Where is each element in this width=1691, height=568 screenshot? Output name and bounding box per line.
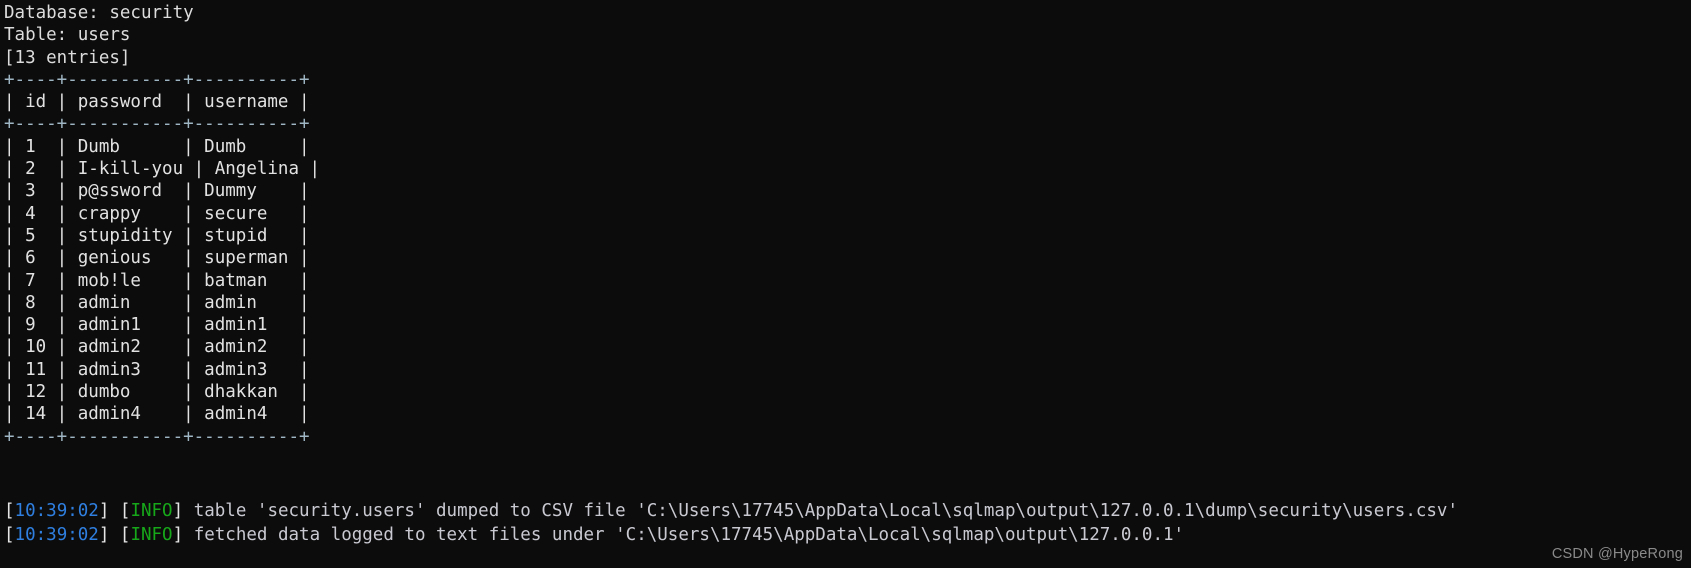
table-row: | 2 | I-kill-you | Angelina | xyxy=(4,159,321,180)
table-header-row: | id | password | username | xyxy=(4,92,310,113)
table-line: Table: users xyxy=(4,25,131,46)
table-rule-header: +----+-----------+----------+ xyxy=(4,114,310,135)
table-row: | 1 | Dumb | Dumb | xyxy=(4,136,310,157)
bracket-open: [ xyxy=(4,524,15,545)
log-level: INFO xyxy=(130,501,173,522)
log-line: [10:39:02] [INFO] fetched data logged to… xyxy=(4,524,1691,548)
table-row: | 8 | admin | admin | xyxy=(4,292,310,313)
log-line: [10:39:02] [INFO] table 'security.users'… xyxy=(4,500,1691,524)
table-row: | 10 | admin2 | admin2 | xyxy=(4,337,310,358)
table-row: | 4 | crappy | secure | xyxy=(4,203,310,224)
bracket-close: ] [ xyxy=(98,501,131,522)
bracket-close: ] xyxy=(172,524,194,545)
log-message: fetched data logged to text files under … xyxy=(193,524,1185,545)
table-row: | 6 | genious | superman | xyxy=(4,248,310,269)
database-line: Database: security xyxy=(4,3,194,23)
log-timestamp: 10:39:02 xyxy=(14,524,99,545)
table-row: | 3 | p@ssword | Dummy | xyxy=(4,181,310,202)
table-rule-bottom: +----+-----------+----------+ xyxy=(4,426,310,447)
table-row: | 7 | mob!le | batman | xyxy=(4,270,310,291)
entries-count-line: [13 entries] xyxy=(4,47,131,68)
terminal-window: Database: security Table: users [13 entr… xyxy=(0,0,1691,568)
bracket-close: ] xyxy=(172,501,194,522)
log-level: INFO xyxy=(130,524,173,545)
table-row: | 5 | stupidity | stupid | xyxy=(4,225,310,246)
watermark: CSDN @HypeRong xyxy=(1551,546,1683,562)
table-row: | 9 | admin1 | admin1 | xyxy=(4,315,310,336)
log-message: table 'security.users' dumped to CSV fil… xyxy=(193,501,1458,522)
table-row: | 11 | admin3 | admin3 | xyxy=(4,359,310,380)
bracket-close: ] [ xyxy=(98,524,131,545)
log-timestamp: 10:39:02 xyxy=(14,501,99,522)
table-row: | 12 | dumbo | dhakkan | xyxy=(4,382,310,403)
table-row: | 14 | admin4 | admin4 | xyxy=(4,404,310,425)
table-rule-top: +----+-----------+----------+ xyxy=(4,69,310,90)
bracket-open: [ xyxy=(4,501,15,522)
